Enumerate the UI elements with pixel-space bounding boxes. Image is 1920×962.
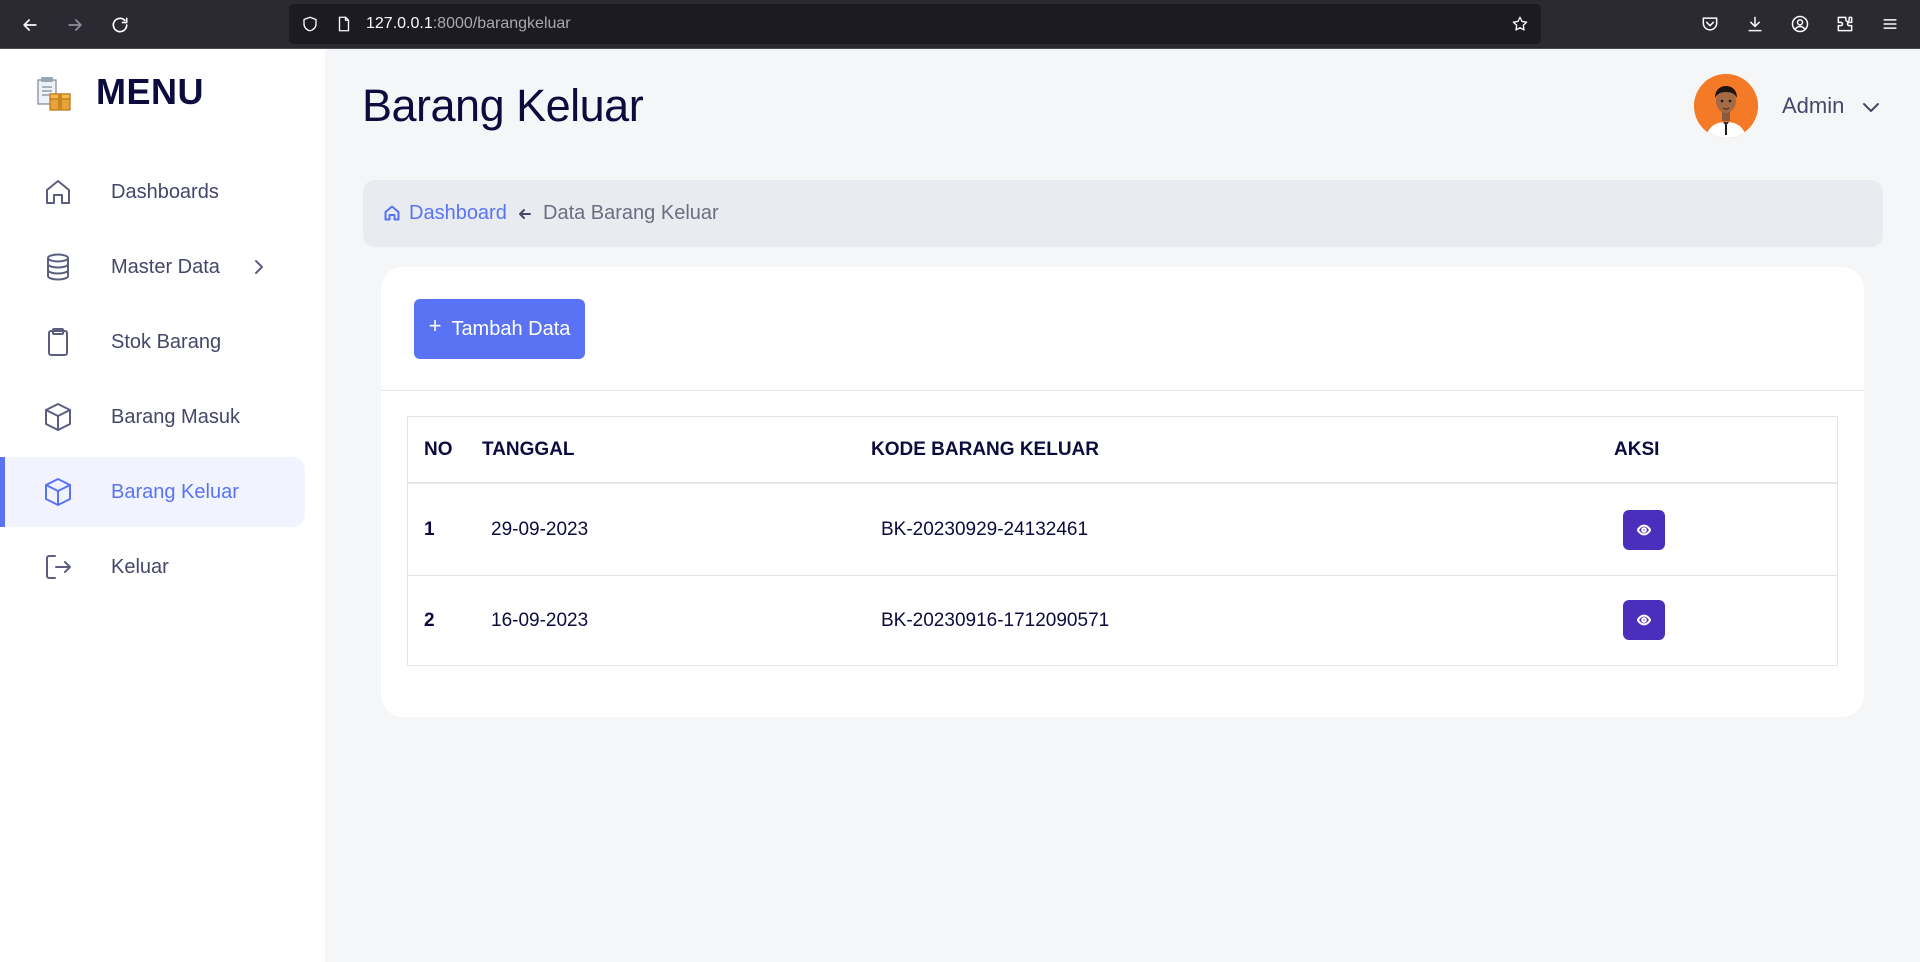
home-icon[interactable]: [383, 204, 401, 222]
bookmark-star-icon[interactable]: [1511, 15, 1529, 33]
page-icon[interactable]: [335, 15, 353, 33]
pocket-icon[interactable]: [1698, 12, 1722, 36]
breadcrumb-dashboard-link[interactable]: Dashboard: [409, 202, 507, 225]
card-divider: [381, 390, 1864, 391]
cell-no: 1: [424, 519, 435, 540]
chevron-right-icon: [250, 258, 268, 276]
forward-icon[interactable]: [61, 11, 89, 39]
logout-icon: [42, 551, 74, 583]
sidebar-item-barang-masuk[interactable]: Barang Masuk: [0, 382, 305, 452]
add-data-label: Tambah Data: [451, 317, 571, 340]
download-icon[interactable]: [1743, 12, 1767, 36]
account-icon[interactable]: [1788, 12, 1812, 36]
sidebar-item-stok-barang[interactable]: Stok Barang: [0, 307, 305, 377]
address-bar[interactable]: 127.0.0.1:8000/barangkeluar: [289, 4, 1541, 44]
table-header-divider: [408, 482, 1837, 484]
menu-title: MENU: [96, 71, 204, 112]
sidebar: MENU Dashboards Master Data Stok Barang …: [0, 49, 325, 962]
cell-kode: BK-20230929-24132461: [881, 519, 1089, 540]
home-icon: [42, 176, 74, 208]
cell-no: 2: [424, 610, 435, 631]
app-menu-icon[interactable]: [1878, 12, 1902, 36]
sidebar-item-label: Master Data: [111, 255, 220, 278]
reload-icon[interactable]: [106, 11, 134, 39]
column-header-kode: KODE BARANG KELUAR: [871, 439, 1099, 460]
sidebar-item-label: Keluar: [111, 555, 169, 578]
url-text[interactable]: 127.0.0.1:8000/barangkeluar: [366, 15, 571, 33]
clipboard-icon: [42, 326, 74, 358]
barang-keluar-table: NO TANGGAL KODE BARANG KELUAR AKSI 1 29-…: [407, 416, 1838, 666]
column-header-no: NO: [424, 439, 453, 460]
cell-tanggal: 29-09-2023: [491, 519, 589, 540]
shield-icon[interactable]: [301, 15, 319, 33]
cell-kode: BK-20230916-1712090571: [881, 610, 1110, 631]
browser-toolbar: 127.0.0.1:8000/barangkeluar: [0, 0, 1920, 49]
logo-icon: [34, 74, 74, 114]
sidebar-item-label: Barang Keluar: [111, 480, 239, 503]
chevron-down-icon[interactable]: [1860, 96, 1882, 118]
breadcrumb-current: Data Barang Keluar: [543, 202, 719, 224]
box-icon: [42, 401, 74, 433]
add-data-button[interactable]: + Tambah Data: [414, 299, 585, 359]
column-header-tanggal: TANGGAL: [482, 439, 575, 460]
sidebar-item-keluar[interactable]: Keluar: [0, 532, 305, 602]
page-title: Barang Keluar: [362, 80, 644, 131]
sidebar-item-label: Stok Barang: [111, 330, 222, 353]
cell-tanggal: 16-09-2023: [491, 610, 589, 631]
database-icon: [42, 251, 74, 283]
view-detail-button[interactable]: [1623, 600, 1665, 640]
back-icon[interactable]: [16, 11, 44, 39]
eye-icon: [1637, 614, 1651, 626]
row-divider: [408, 575, 1837, 576]
breadcrumb: Dashboard Data Barang Keluar: [363, 180, 1883, 247]
eye-icon: [1637, 524, 1651, 536]
sidebar-item-label: Dashboards: [111, 180, 219, 203]
user-name[interactable]: Admin: [1782, 93, 1844, 119]
sidebar-item-dashboards[interactable]: Dashboards: [0, 157, 305, 227]
sidebar-item-barang-keluar[interactable]: Barang Keluar: [0, 457, 305, 527]
arrow-left-icon: [517, 206, 533, 222]
avatar[interactable]: [1694, 74, 1758, 138]
data-card: + Tambah Data NO TANGGAL KODE BARANG KEL…: [381, 267, 1864, 717]
plus-icon: +: [428, 313, 442, 338]
sidebar-item-label: Barang Masuk: [111, 405, 240, 428]
box-icon: [42, 476, 74, 508]
sidebar-item-master-data[interactable]: Master Data: [0, 232, 305, 302]
extensions-icon[interactable]: [1833, 12, 1857, 36]
column-header-aksi: AKSI: [1614, 439, 1660, 460]
view-detail-button[interactable]: [1623, 510, 1665, 550]
